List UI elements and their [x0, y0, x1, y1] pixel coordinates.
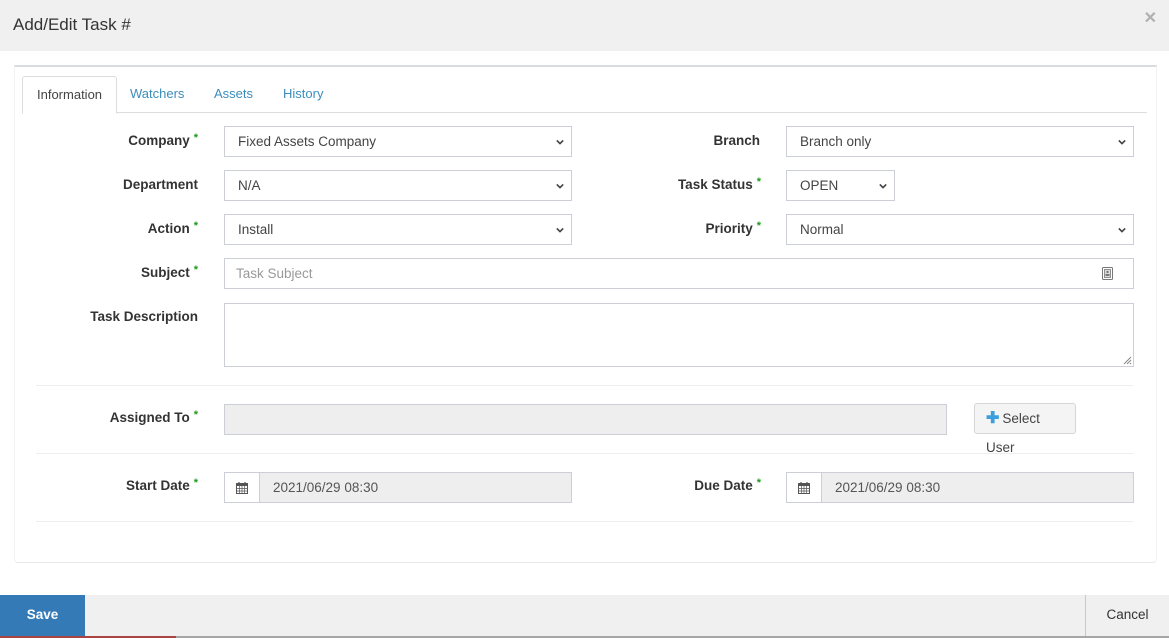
company-label: Company *	[60, 132, 198, 148]
due-date-label: Due Date *	[620, 477, 761, 493]
task-status-label: Task Status *	[620, 176, 761, 192]
subject-label: Subject *	[60, 264, 198, 280]
tab-assets[interactable]: Assets	[200, 76, 267, 113]
subject-placeholder: Task Subject	[236, 266, 313, 281]
assigned-to-label-text: Assigned To	[109, 410, 190, 425]
priority-label: Priority *	[620, 220, 761, 236]
company-label-text: Company	[128, 133, 190, 148]
select-user-button[interactable]: ✚ Select User	[974, 403, 1076, 455]
calendar-icon	[236, 481, 248, 494]
start-date-calendar-button[interactable]	[224, 472, 260, 503]
assigned-to-field	[224, 404, 947, 435]
save-button[interactable]: Save	[0, 595, 85, 638]
start-date-input[interactable]: 2021/06/29 08:30	[259, 472, 572, 503]
plus-icon: ✚	[986, 410, 1000, 427]
due-date-label-text: Due Date	[694, 478, 753, 493]
company-select[interactable]: Fixed Assets Company	[224, 126, 572, 157]
required-marker: *	[193, 264, 198, 276]
required-marker: *	[756, 220, 761, 232]
tab-bar: Information Watchers Assets History	[22, 76, 1147, 114]
required-marker: *	[193, 477, 198, 489]
assigned-to-label: Assigned To *	[60, 409, 198, 425]
chevron-down-icon	[556, 183, 564, 189]
required-marker: *	[193, 409, 198, 421]
chevron-down-icon	[556, 227, 564, 233]
calendar-icon	[798, 481, 810, 494]
chevron-down-icon	[556, 139, 564, 145]
close-icon[interactable]: ✕	[1144, 11, 1157, 27]
required-marker: *	[756, 176, 761, 188]
task-description-label-text: Task Description	[90, 309, 198, 324]
action-label-text: Action	[147, 221, 190, 236]
branch-label: Branch	[620, 133, 760, 148]
tab-watchers[interactable]: Watchers	[116, 76, 198, 113]
priority-value: Normal	[800, 222, 844, 237]
due-date-value: 2021/06/29 08:30	[835, 480, 941, 495]
branch-select[interactable]: Branch only	[786, 126, 1134, 157]
branch-value: Branch only	[800, 134, 872, 149]
modal-header: Add/Edit Task # ✕	[0, 0, 1169, 51]
action-select[interactable]: Install	[224, 214, 572, 245]
start-date-value: 2021/06/29 08:30	[273, 480, 379, 495]
cancel-button[interactable]: Cancel	[1085, 595, 1169, 638]
department-label-text: Department	[122, 177, 198, 192]
required-marker: *	[193, 132, 198, 144]
priority-select[interactable]: Normal	[786, 214, 1134, 245]
divider	[36, 521, 1133, 522]
tab-information[interactable]: Information	[22, 76, 118, 114]
required-marker: *	[193, 220, 198, 232]
task-status-value: OPEN	[800, 178, 839, 193]
required-marker: *	[756, 477, 761, 489]
department-label: Department	[60, 177, 198, 192]
company-value: Fixed Assets Company	[238, 134, 377, 149]
chevron-down-icon	[1118, 139, 1126, 145]
task-status-label-text: Task Status	[677, 177, 753, 192]
priority-label-text: Priority	[705, 221, 753, 236]
action-label: Action *	[60, 220, 198, 236]
contact-card-icon	[1102, 267, 1113, 280]
tab-history[interactable]: History	[269, 76, 337, 113]
modal-title: Add/Edit Task #	[13, 15, 131, 34]
department-select[interactable]: N/A	[224, 170, 572, 201]
modal-footer: Save Cancel	[0, 595, 1169, 638]
branch-label-text: Branch	[713, 133, 760, 148]
action-value: Install	[238, 222, 274, 237]
chevron-down-icon	[879, 183, 887, 189]
due-date-input[interactable]: 2021/06/29 08:30	[821, 472, 1134, 503]
divider	[36, 453, 1133, 454]
subject-input[interactable]: Task Subject	[224, 258, 1134, 289]
chevron-down-icon	[1118, 227, 1126, 233]
task-description-label: Task Description	[60, 309, 198, 324]
due-date-calendar-button[interactable]	[786, 472, 822, 503]
task-description-textarea[interactable]	[224, 303, 1134, 367]
subject-label-text: Subject	[140, 265, 190, 280]
task-status-select[interactable]: OPEN	[786, 170, 895, 201]
start-date-label-text: Start Date	[125, 478, 190, 493]
divider	[36, 385, 1133, 386]
resize-handle-icon[interactable]	[1123, 356, 1132, 365]
department-value: N/A	[238, 178, 261, 193]
start-date-label: Start Date *	[60, 477, 198, 493]
